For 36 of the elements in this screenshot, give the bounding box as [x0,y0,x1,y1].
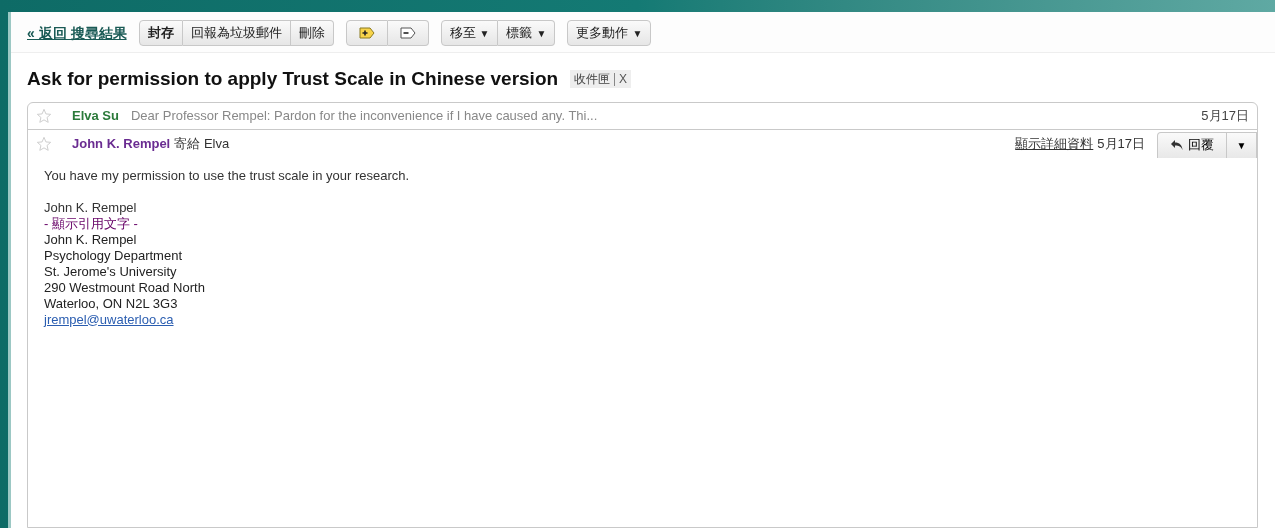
message-body: You have my permission to use the trust scale in your research. [44,167,411,184]
menu-button[interactable]: 更多動作 ▼ [567,20,652,46]
quoted-line: St. Jerome's University [44,263,178,280]
signature-name: John K. Rempel [44,199,138,216]
quoted-line: 290 Westmount Road North [44,279,206,296]
plus-tag-icon [358,27,375,39]
reply-arrow-icon [1170,139,1184,151]
toolbar-button[interactable]: 回報為垃圾郵件 [182,20,291,46]
remove-label-button[interactable] [387,20,429,46]
message-date: 5月17日 [1201,106,1249,125]
label-name: 收件匣 [574,71,611,89]
toolbar-button[interactable]: 刪除 [290,20,334,46]
sender-name: John K. Rempel [72,134,171,153]
email-link[interactable]: jrempel@uwaterloo.ca [44,311,174,328]
quoted-line: Waterloo, ON N2L 3G3 [44,295,179,312]
message-date: 5月17日 [1097,134,1145,153]
more-options-button[interactable]: ▼ [1227,131,1257,158]
email-subject: Ask for permission to apply Trust Scale in Chinese version [27,67,559,91]
show-quoted-text-link[interactable]: - 顯示引用文字 - [44,215,138,232]
collapsed-message[interactable]: Elva Su Dear Professor Rempel: Pardon for the inconvenience if I have caused any. Thi... 5月17日 [28,102,1257,130]
remove-label-button[interactable]: X [614,72,628,86]
minus-tag-icon [399,27,416,39]
star-icon[interactable] [36,107,52,124]
quoted-line: Psychology Department [44,247,183,264]
message-snippet: Dear Professor Rempel: Pardon for the inconvenience if I have caused any. Thi... [130,106,598,125]
menu-button[interactable]: 移至 ▼ [440,20,499,46]
show-details-link[interactable]: 顯示詳細資料 [1015,133,1094,154]
toolbar-button[interactable]: 封存 [138,20,183,46]
sender-name: Elva Su [72,106,119,125]
add-label-button[interactable] [345,20,388,46]
back-link[interactable]: « 返回 搜尋結果 [27,22,127,44]
star-icon[interactable] [36,135,52,152]
quoted-line: John K. Rempel [44,231,138,248]
recipient-text: 寄給 Elva [174,134,230,153]
reply-button[interactable]: 回覆 [1157,131,1227,158]
menu-button[interactable]: 標籤 ▼ [498,20,556,46]
